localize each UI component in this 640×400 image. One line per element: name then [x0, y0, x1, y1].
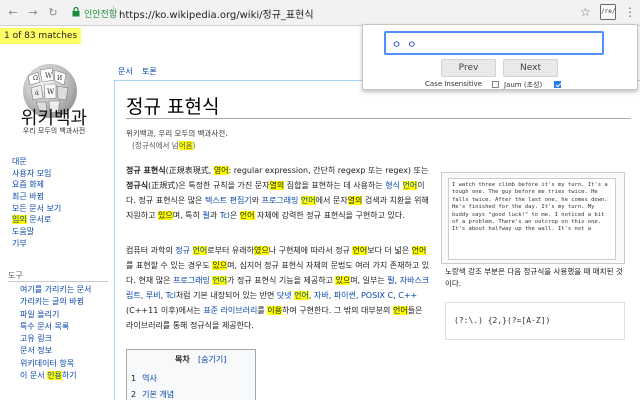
sidebar-item-all-pages[interactable]: 모든 문서 보기: [12, 203, 112, 215]
article-paragraph: 정규 표현식(正規表現式, 영어: regular expression, 간단…: [126, 166, 429, 220]
match-highlight: 어옴: [178, 141, 193, 150]
tab-talk[interactable]: 토론: [142, 66, 157, 77]
reload-icon[interactable]: ↻: [46, 6, 60, 19]
prev-button[interactable]: Prev: [441, 59, 496, 77]
address-separator: [113, 6, 114, 19]
lock-icon: [72, 7, 80, 17]
jaum-checkbox[interactable]: [554, 81, 561, 88]
regex-example-image[interactable]: I watch three climb before it's my turn.…: [448, 178, 616, 260]
sidebar-tool-page-info[interactable]: 문서 정보: [20, 345, 115, 357]
title-rule: [126, 118, 631, 119]
menu-dots-icon[interactable]: ⋮: [624, 5, 636, 19]
svg-text:Ω: Ω: [33, 75, 38, 82]
site-subtitle: 우리 모두의 백과사전: [22, 127, 86, 135]
toc-toggle-link[interactable]: [숨기기]: [198, 354, 226, 365]
toc-title: 목차: [175, 355, 190, 364]
sidebar-item-current-events[interactable]: 요즘 화제: [12, 179, 112, 191]
sidebar-tools: 여기를 가리키는 문서 가리키는 글의 바뀜 파일 올리기 특수 문서 목록 고…: [20, 284, 115, 382]
sidebar-tool-permanent-link[interactable]: 고유 링크: [20, 333, 115, 345]
match-highlight: 인용: [47, 371, 62, 381]
bookmark-star-icon[interactable]: ☆: [580, 5, 591, 19]
page-title: 정규 표현식: [126, 96, 220, 118]
match-highlight: 임의: [12, 215, 27, 225]
sidebar-tool-upload-file[interactable]: 파일 올리기: [20, 309, 115, 321]
toc-item-history[interactable]: 1 역사: [131, 373, 157, 384]
sidebar-item-donate[interactable]: 기부: [12, 238, 112, 250]
tools-heading: 도구: [8, 271, 23, 280]
case-insensitive-label: Case Insensitive: [425, 80, 482, 88]
jaum-label: Jaum (초성): [504, 81, 543, 89]
site-subheading: 위키백과, 우리 모두의 백과사전.: [126, 129, 228, 138]
next-button[interactable]: Next: [503, 59, 558, 77]
sidebar-item-recent-changes[interactable]: 최근 바뀜: [12, 191, 112, 203]
article-paragraph: 컴퓨터 과학의 정규 언어로부터 유래하였으나 구현체에 따라서 정규 언어보다…: [126, 246, 430, 330]
search-input[interactable]: [384, 31, 604, 55]
tab-article[interactable]: 문서: [118, 66, 133, 77]
sidebar-tool-related-changes[interactable]: 가리키는 글의 바뀜: [20, 296, 115, 308]
address-bar: ← → ↻ 인안전함 https://ko.wikipedia.org/wiki…: [0, 0, 640, 26]
case-insensitive-checkbox[interactable]: [492, 81, 499, 88]
sidebar-tool-what-links-here[interactable]: 여기를 가리키는 문서: [20, 284, 115, 296]
url-field[interactable]: https://ko.wikipedia.org/wiki/정규_표현식: [119, 6, 314, 21]
svg-text:ά: ά: [35, 90, 39, 97]
back-arrow-icon[interactable]: ←: [6, 6, 20, 19]
sidebar-tool-cite-page[interactable]: 이 문서 인용하기: [20, 370, 115, 382]
figure-caption: 노랑색 강조 부분은 다음 정규식을 사용했을 때 매치된 것이다.: [445, 267, 623, 288]
sidebar-item-random-page[interactable]: 임의 문서로: [12, 214, 112, 226]
forward-arrow-icon[interactable]: →: [26, 6, 40, 19]
sidebar-tool-special-pages[interactable]: 특수 문서 목록: [20, 321, 115, 333]
sidebar-item-community[interactable]: 사용자 모임: [12, 168, 112, 180]
toc-item-basic-concepts[interactable]: 2 기본 개념: [131, 389, 174, 400]
regex-find-popup: Prev Next Case Insensitive Jaum (초성): [362, 24, 638, 90]
tools-divider: [8, 281, 108, 282]
svg-text:W: W: [45, 72, 53, 80]
sidebar-item-help[interactable]: 도움말: [12, 226, 112, 238]
regex-code: (?:\.) {2,}(?=[A-Z]): [454, 316, 551, 325]
sidebar-navigation: 대문 사용자 모임 요즘 화제 최근 바뀜 모든 문서 보기 임의 문서로 도움…: [12, 156, 112, 250]
regex-extension-icon[interactable]: /re/: [600, 4, 616, 20]
svg-text:И: И: [57, 75, 62, 82]
sidebar-tool-wikidata-item[interactable]: 위키데이터 항목: [20, 358, 115, 370]
redirect-note: (정규식에서 넘어옴): [132, 141, 196, 150]
sidebar-item-main-page[interactable]: 대문: [12, 156, 112, 168]
svg-text:W: W: [47, 88, 55, 96]
match-count-badge: 1 of 83 matches: [0, 28, 82, 44]
